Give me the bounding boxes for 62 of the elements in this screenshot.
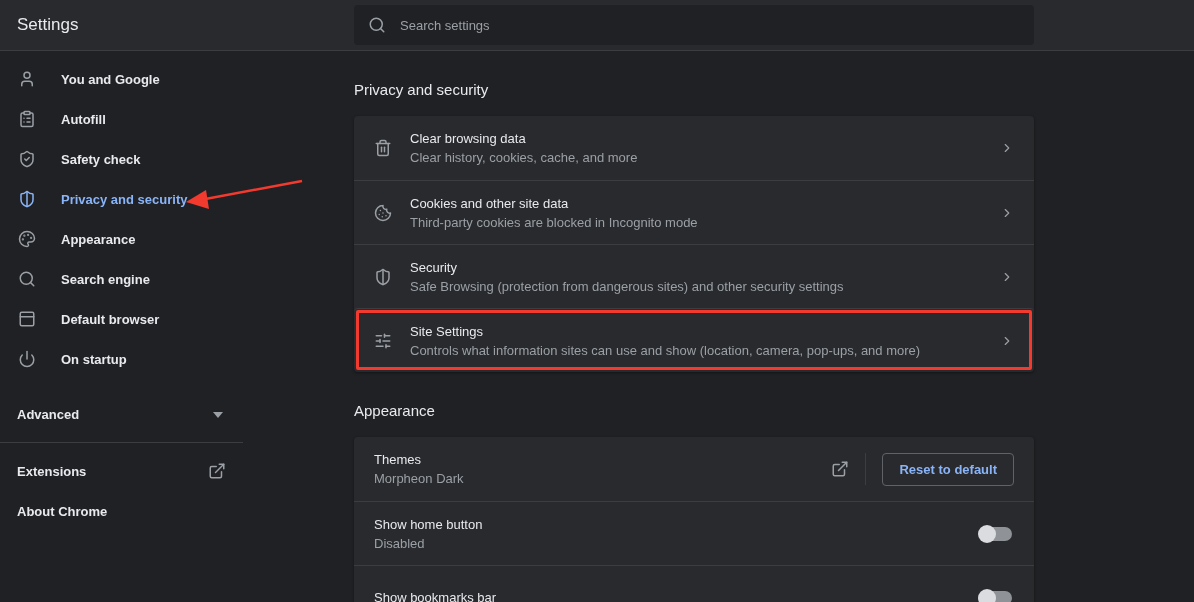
toggle-switch[interactable]	[980, 590, 1012, 602]
caret-icon[interactable]	[213, 411, 223, 418]
settings-row[interactable]: Cookies and other site data Third-party cookies are blocked in Incognito mode	[354, 180, 1034, 244]
sidebar-item[interactable]: You and Google	[0, 59, 354, 99]
sidebar-link[interactable]: Extensions	[17, 463, 87, 479]
sidebar-item[interactable]: Safety check	[0, 139, 354, 179]
search-icon	[368, 16, 386, 34]
highlighted-settings-row[interactable]: Site Settings Controls what information sites can use and show (location, camera, pop-ups, and more)	[354, 308, 1034, 372]
sidebar-item[interactable]: On startup	[0, 339, 354, 379]
palette-icon	[18, 230, 36, 248]
row-subtitle: Controls what information sites can use and show (location, camera, pop-ups, and more)	[410, 342, 922, 358]
row-title: Site Settings	[410, 323, 484, 339]
row-subtitle: Morpheon Dark	[374, 471, 465, 486]
sidebar-label: Appearance	[61, 231, 136, 247]
sidebar-label: Privacy and security	[61, 191, 188, 207]
sliders-icon	[374, 331, 392, 350]
sidebar-label: Default browser	[61, 311, 160, 327]
sidebar-item[interactable]: Appearance	[0, 219, 354, 259]
sidebar-item[interactable]: Default browser	[0, 299, 354, 339]
sidebar-link[interactable]: About Chrome	[17, 503, 108, 519]
power-icon	[18, 350, 36, 368]
row-title: Security	[410, 259, 458, 275]
section-heading: Appearance	[354, 401, 436, 421]
page-title: Settings	[16, 15, 80, 35]
external-link-icon[interactable]	[208, 462, 226, 480]
toggle-switch[interactable]	[980, 526, 1012, 541]
cookie-icon	[374, 203, 392, 222]
sidebar-item[interactable]: Privacy and security	[0, 179, 354, 219]
external-link-icon[interactable]	[831, 460, 850, 478]
settings-row[interactable]: Clear browsing data Clear history, cookies, cache, and more	[354, 116, 1034, 180]
row-subtitle: Disabled	[374, 535, 426, 551]
row-title: Cookies and other site data	[410, 195, 570, 211]
search-icon	[18, 270, 36, 288]
advanced-label[interactable]: Advanced	[17, 407, 80, 422]
sidebar-label: Autofill	[61, 111, 106, 127]
row-title: Themes	[374, 452, 422, 467]
sidebar-label: You and Google	[61, 71, 160, 87]
row-title: Show home button	[374, 516, 484, 532]
shield-icon	[18, 190, 36, 208]
settings-row[interactable]: Show home button Disabled	[354, 501, 1034, 565]
sidebar-label: Search engine	[61, 271, 150, 287]
row-title: Clear browsing data	[410, 131, 527, 146]
section-heading: Privacy and security	[354, 80, 490, 100]
row-subtitle: Safe Browsing (protection from dangerous sites) and other security settings	[410, 278, 845, 294]
sidebar-label: Safety check	[61, 151, 141, 167]
reset-button[interactable]: Reset to default	[882, 452, 1014, 486]
clipboard-icon	[18, 110, 36, 128]
trash-icon	[374, 139, 392, 157]
person-icon	[18, 70, 36, 88]
row-subtitle: Third-party cookies are blocked in Incognito mode	[410, 214, 699, 230]
shield-check-icon	[18, 150, 36, 168]
shield-icon	[374, 267, 392, 286]
row-subtitle: Clear history, cookies, cache, and more	[410, 150, 639, 165]
search-field[interactable]: Search settings	[354, 5, 1034, 45]
sidebar-label: On startup	[61, 351, 127, 367]
sidebar-item[interactable]: Search engine	[0, 259, 354, 299]
settings-row[interactable]: Themes Morpheon Dark Reset to default	[354, 437, 1034, 501]
row-title: Show bookmarks bar	[374, 590, 498, 602]
settings-row[interactable]: Show bookmarks bar	[354, 565, 1034, 602]
browser-window-icon	[18, 310, 36, 328]
sidebar-item[interactable]: Autofill	[0, 99, 354, 139]
settings-row[interactable]: Security Safe Browsing (protection from dangerous sites) and other security settings	[354, 244, 1034, 308]
